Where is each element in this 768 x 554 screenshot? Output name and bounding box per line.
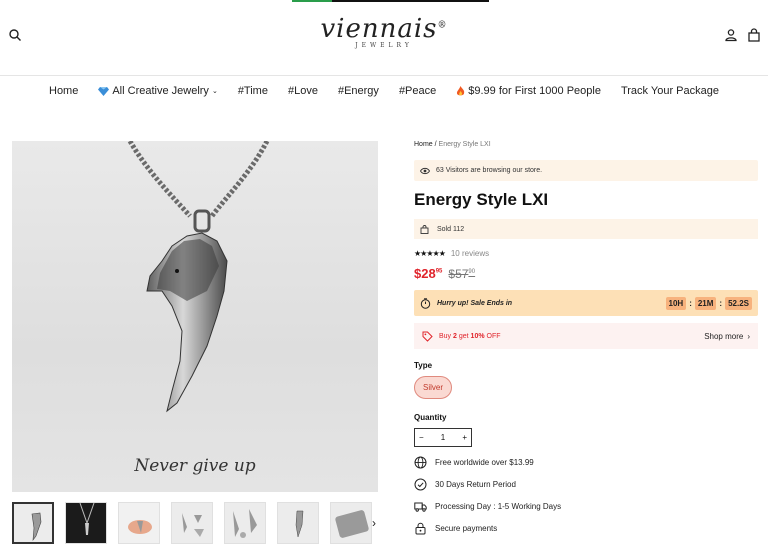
cart-icon[interactable] [747, 28, 761, 42]
wolf-fang-pendant-image [127, 141, 270, 413]
image-caption: Never give up [134, 456, 256, 476]
nav-love-label: #Love [287, 85, 318, 97]
logo-subtitle: JEWELRY [355, 42, 413, 49]
sale-text: Hurry up! Sale Ends in [437, 299, 513, 307]
offer-text: Buy 2 get 10% OFF [439, 333, 501, 340]
price-row: $2895 $5790 [414, 266, 758, 281]
feature-item: Secure payments [414, 522, 758, 535]
product-info: Home / Energy Style LXI 63 Visitors are … [414, 141, 758, 535]
feature-text: Processing Day : 1-5 Working Days [435, 502, 562, 511]
product-main-image[interactable]: Never give up [12, 141, 378, 492]
quantity-value[interactable]: 1 [441, 433, 445, 442]
feature-text: Free worldwide over $13.99 [435, 458, 534, 467]
registered-mark: ® [437, 20, 448, 31]
visitors-text: 63 Visitors are browsing our store. [436, 167, 543, 174]
current-price: $2895 [414, 266, 442, 281]
breadcrumb: Home / Energy Style LXI [414, 141, 758, 148]
nav-time[interactable]: #Time [228, 85, 278, 97]
nav-home-label: Home [49, 85, 79, 97]
nav-all-creative-jewelry[interactable]: All Creative Jewelry ⌄ [88, 85, 227, 97]
sold-text: Sold 112 [437, 225, 465, 233]
reviews-count[interactable]: 10 reviews [451, 249, 489, 258]
truck-icon [414, 502, 427, 512]
thumbnail-7[interactable] [330, 502, 372, 544]
logo-text: viennais [320, 14, 438, 44]
current-price-cents: 95 [435, 268, 443, 275]
chevron-right-icon: › [747, 331, 750, 341]
nav-all-creative-jewelry-label: All Creative Jewelry [112, 85, 209, 97]
thumbnail-6[interactable] [277, 502, 319, 544]
thumbnail-2[interactable] [65, 502, 107, 544]
timer-seconds: 52.2S [725, 296, 752, 310]
timer-separator: : [689, 298, 692, 308]
timer-minutes: 21M [694, 296, 717, 310]
current-price-main: $28 [414, 266, 436, 281]
product-title: Energy Style LXI [414, 190, 549, 209]
original-price: $5790 [448, 267, 475, 281]
breadcrumb-home[interactable]: Home [414, 141, 433, 148]
variant-silver-button[interactable]: Silver [414, 376, 453, 399]
nav-peace[interactable]: #Peace [389, 85, 446, 97]
shop-more-label: Shop more [704, 331, 744, 341]
tag-icon [422, 331, 433, 342]
main-nav: Home All Creative Jewelry ⌄ #Time #Love … [0, 85, 768, 97]
thumbnail-5[interactable] [224, 502, 266, 544]
stopwatch-icon [420, 297, 431, 309]
star-rating: ★★★★★ [414, 249, 446, 258]
countdown-timer: 10H : 21M : 52.2S [665, 296, 752, 310]
site-logo[interactable]: viennais® JEWELRY [0, 14, 768, 49]
nav-energy[interactable]: #Energy [328, 85, 389, 97]
check-circle-icon [414, 478, 427, 491]
thumbnail-3[interactable] [118, 502, 160, 544]
type-label: Type [414, 361, 433, 370]
feature-text: 30 Days Return Period [435, 480, 516, 489]
feature-list: Free worldwide over $13.99 30 Days Retur… [414, 456, 758, 535]
thumbnail-4[interactable] [171, 502, 213, 544]
feature-item: 30 Days Return Period [414, 478, 758, 491]
thumbnail-strip [12, 502, 372, 544]
timer-hours: 10H [665, 296, 687, 310]
feature-item: Free worldwide over $13.99 [414, 456, 758, 469]
nav-energy-label: #Energy [337, 85, 379, 97]
shop-more-link[interactable]: Shop more › [704, 332, 750, 341]
breadcrumb-current: Energy Style LXI [438, 141, 491, 148]
account-icon[interactable] [724, 28, 738, 42]
nav-promo[interactable]: $9.99 for First 1000 People [446, 85, 611, 97]
lock-icon [415, 522, 426, 535]
feature-text: Secure payments [435, 524, 498, 533]
timer-separator: : [719, 298, 723, 308]
offer-prefix: Buy [439, 332, 454, 340]
quantity-increase-button[interactable]: + [462, 433, 467, 442]
site-header: viennais® JEWELRY [0, 0, 768, 76]
thumbnail-1[interactable] [12, 502, 54, 544]
fire-icon [457, 85, 465, 95]
nav-track-package[interactable]: Track Your Package [611, 85, 729, 97]
chevron-down-icon: ⌄ [211, 88, 218, 95]
nav-home[interactable]: Home [39, 85, 88, 97]
nav-love[interactable]: #Love [278, 85, 328, 97]
bag-icon [420, 224, 429, 234]
offer-percent: 10% [470, 332, 485, 340]
nav-track-package-label: Track Your Package [620, 85, 719, 97]
quantity-stepper: − 1 + [414, 428, 472, 447]
globe-icon [414, 456, 427, 469]
eye-icon [420, 167, 430, 174]
chevron-right-icon[interactable]: › [372, 516, 376, 530]
quantity-label: Quantity [414, 413, 447, 422]
nav-promo-label: $9.99 for First 1000 People [468, 85, 601, 97]
rating-row[interactable]: ★★★★★ 10 reviews [414, 249, 758, 258]
sale-countdown: Hurry up! Sale Ends in 10H : 21M : 52.2S [414, 290, 758, 316]
offer-suffix: OFF [484, 332, 501, 340]
nav-time-label: #Time [237, 85, 268, 97]
visitors-notice: 63 Visitors are browsing our store. [414, 160, 758, 181]
nav-peace-label: #Peace [398, 85, 437, 97]
feature-item: Processing Day : 1-5 Working Days [414, 500, 758, 513]
quantity-decrease-button[interactable]: − [419, 433, 424, 442]
original-price-cents: 90 [468, 269, 476, 275]
bundle-offer[interactable]: Buy 2 get 10% OFF Shop more › [414, 323, 758, 349]
original-price-main: $57 [448, 267, 469, 281]
diamond-icon [98, 87, 110, 96]
sold-count: Sold 112 [414, 219, 758, 239]
offer-mid: get [456, 332, 471, 340]
